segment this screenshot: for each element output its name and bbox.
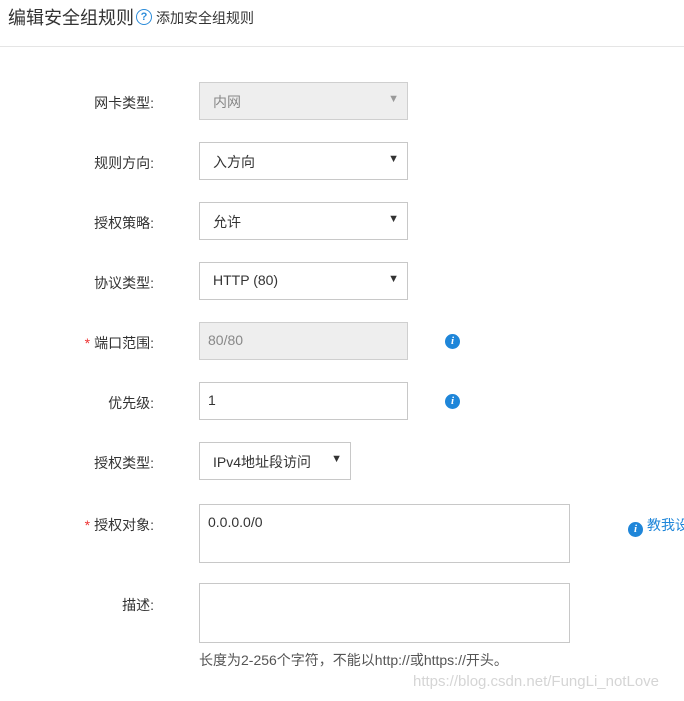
- add-rule-help-link[interactable]: 添加安全组规则: [156, 8, 254, 28]
- caret-down-icon: ▼: [388, 93, 399, 105]
- description-label: 描述:: [122, 597, 154, 613]
- question-circle-icon[interactable]: ?: [136, 9, 152, 25]
- auth-object-textarea[interactable]: 0.0.0.0/0: [199, 504, 570, 563]
- auth-type-select[interactable]: IPv4地址段访问 ▼: [199, 442, 351, 480]
- page-title: 编辑安全组规则: [8, 8, 134, 28]
- caret-down-icon: ▼: [331, 453, 342, 465]
- info-circle-icon[interactable]: i: [445, 394, 460, 409]
- tutorial-link[interactable]: i教我设置: [628, 515, 684, 537]
- nic-type-value: 内网: [213, 94, 241, 110]
- caret-down-icon: ▼: [388, 273, 399, 285]
- auth-type-value: IPv4地址段访问: [213, 454, 312, 470]
- direction-value: 入方向: [213, 154, 255, 170]
- required-marker: *: [84, 517, 91, 533]
- priority-value: 1: [208, 392, 216, 408]
- info-circle-icon: i: [628, 522, 643, 537]
- port-range-input[interactable]: 80/80: [199, 322, 408, 360]
- port-range-label: * 端口范围:: [84, 335, 154, 351]
- priority-input[interactable]: 1: [199, 382, 408, 420]
- caret-down-icon: ▼: [388, 213, 399, 225]
- description-textarea[interactable]: [199, 583, 570, 643]
- direction-select[interactable]: 入方向 ▼: [199, 142, 408, 180]
- watermark: https://blog.csdn.net/FungLi_notLove: [413, 673, 660, 690]
- dialog-header: 编辑安全组规则 ? 添加安全组规则: [0, 0, 684, 47]
- policy-select[interactable]: 允许 ▼: [199, 202, 408, 240]
- port-range-value: 80/80: [208, 332, 244, 348]
- info-circle-icon[interactable]: i: [445, 334, 460, 349]
- policy-label: 授权策略:: [94, 215, 154, 231]
- caret-down-icon: ▼: [388, 153, 399, 165]
- direction-label: 规则方向:: [94, 155, 154, 171]
- protocol-label: 协议类型:: [94, 275, 154, 291]
- auth-type-label: 授权类型:: [94, 455, 154, 471]
- policy-value: 允许: [213, 214, 241, 230]
- protocol-select[interactable]: HTTP (80) ▼: [199, 262, 408, 300]
- auth-object-value: 0.0.0.0/0: [208, 514, 263, 530]
- nic-type-label: 网卡类型:: [94, 95, 154, 111]
- nic-type-select[interactable]: 内网 ▼: [199, 82, 408, 120]
- auth-object-label: * 授权对象:: [84, 517, 154, 533]
- required-marker: *: [84, 335, 91, 351]
- protocol-value: HTTP (80): [213, 272, 279, 288]
- description-hint: 长度为2-256个字符，不能以http://或https://开头。: [199, 652, 508, 668]
- priority-label: 优先级:: [108, 395, 154, 411]
